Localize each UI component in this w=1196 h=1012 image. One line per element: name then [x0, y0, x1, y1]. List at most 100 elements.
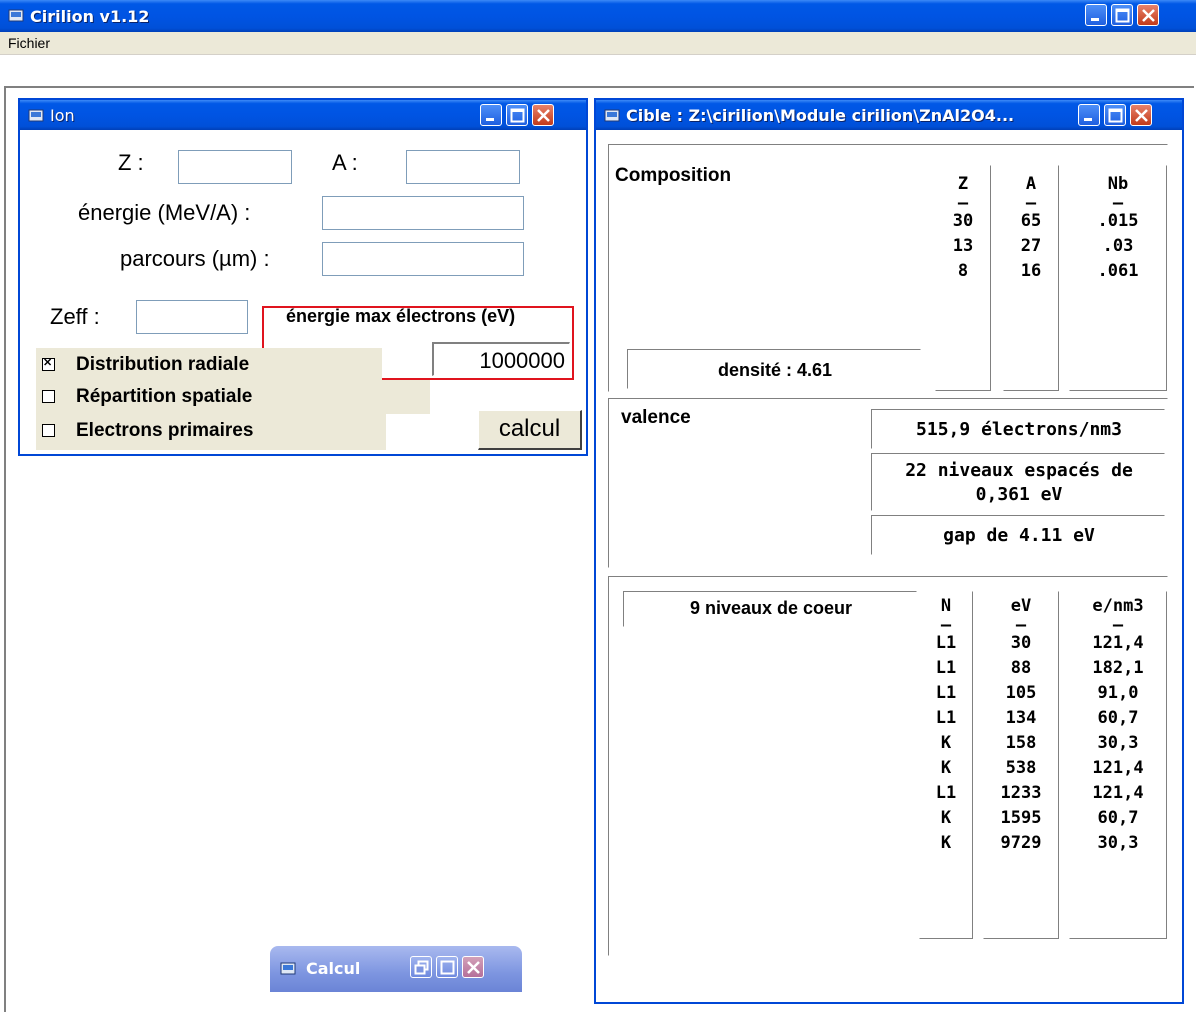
- cell: .061: [1097, 261, 1139, 281]
- cell: 30,3: [1097, 833, 1139, 853]
- valence-levels-box: 22 niveaux espacés de 0,361 eV: [871, 453, 1165, 511]
- cible-window: Cible : Z:\cirilion\Module cirilion\ZnAl…: [594, 98, 1184, 1004]
- close-icon: [467, 961, 480, 974]
- ion-close-button[interactable]: [532, 104, 554, 126]
- cible-title: Cible : Z:\cirilion\Module cirilion\ZnAl…: [626, 106, 1015, 125]
- maximize-icon: [510, 108, 525, 123]
- ion-minimize-button[interactable]: [480, 104, 502, 126]
- cell: 27: [1020, 236, 1042, 256]
- col-dash: —: [957, 193, 969, 213]
- cell: L1: [935, 783, 957, 803]
- cell: 16: [1020, 261, 1042, 281]
- maximize-icon: [440, 960, 455, 975]
- z-label: Z :: [118, 150, 144, 175]
- valence-levels-line2: 0,361 eV: [975, 484, 1063, 505]
- col-dash: —: [1112, 193, 1124, 213]
- cell: 8: [957, 261, 969, 281]
- window-icon: [280, 960, 296, 976]
- composition-col-a: A — 65 27 16: [1003, 165, 1059, 391]
- cell: 13: [952, 236, 974, 256]
- maximize-button[interactable]: [1111, 4, 1133, 26]
- col-dash: —: [1025, 193, 1037, 213]
- zeff-input[interactable]: [136, 300, 248, 334]
- ion-window: Ion Z : A : énergie (MeV/A) : parcours (…: [18, 98, 588, 456]
- main-titlebar[interactable]: Cirilion v1.12: [0, 0, 1196, 32]
- close-icon: [1135, 109, 1148, 122]
- minimize-icon: [1091, 18, 1099, 21]
- core-count: 9 niveaux de coeur: [689, 598, 853, 618]
- cell: 30,3: [1097, 733, 1139, 753]
- minimize-icon: [486, 118, 494, 121]
- menu-fichier[interactable]: Fichier: [8, 35, 50, 51]
- cell: 91,0: [1097, 683, 1139, 703]
- checkbox-distribution-radiale[interactable]: ✕: [42, 357, 55, 371]
- cell: K: [940, 733, 952, 753]
- energy-label: énergie (MeV/A) :: [78, 200, 251, 225]
- cell: 1233: [1000, 783, 1042, 803]
- calcul-restore-button[interactable]: [410, 956, 432, 978]
- cell: 1595: [1000, 808, 1042, 828]
- col-dash: —: [1112, 615, 1124, 635]
- cell: .03: [1102, 236, 1134, 256]
- cell: K: [940, 833, 952, 853]
- energy-input[interactable]: [322, 196, 524, 230]
- cell: L1: [935, 658, 957, 678]
- maximize-icon: [1115, 8, 1130, 23]
- composition-col-z: Z — 30 13 8: [935, 165, 991, 391]
- calcul-close-button[interactable]: [462, 956, 484, 978]
- cell: 538: [1005, 758, 1037, 778]
- core-count-box: 9 niveaux de coeur: [623, 591, 917, 627]
- window-icon: [604, 107, 620, 123]
- z-input[interactable]: [178, 150, 292, 184]
- valence-electrons-box: 515,9 électrons/nm3: [871, 409, 1165, 449]
- valence-gap-box: gap de 4.11 eV: [871, 515, 1165, 555]
- cell: 88: [1010, 658, 1032, 678]
- cell: K: [940, 758, 952, 778]
- ion-maximize-button[interactable]: [506, 104, 528, 126]
- checkbox-check-icon: ✕: [43, 357, 53, 369]
- cell: 182,1: [1092, 658, 1144, 678]
- col-dash: —: [940, 615, 952, 635]
- density-box: densité : 4.61: [627, 349, 921, 389]
- ion-body: Z : A : énergie (MeV/A) : parcours (µm) …: [22, 130, 584, 452]
- checkbox-electrons-primaires[interactable]: [42, 424, 55, 437]
- checkbox-label[interactable]: Electrons primaires: [76, 420, 253, 442]
- cell: .015: [1097, 211, 1139, 231]
- minimize-button[interactable]: [1085, 4, 1107, 26]
- valence-levels-line1: 22 niveaux espacés de: [905, 460, 1133, 481]
- composition-label: Composition: [615, 165, 732, 186]
- restore-icon: [414, 960, 429, 975]
- ion-title: Ion: [50, 106, 75, 125]
- close-button[interactable]: [1137, 4, 1159, 26]
- cell: 30: [1010, 633, 1032, 653]
- cell: 121,4: [1092, 783, 1144, 803]
- cell: 134: [1005, 708, 1037, 728]
- density-value: densité : 4.61: [717, 360, 833, 380]
- menubar: Fichier: [0, 32, 1196, 55]
- calcul-window-minimized[interactable]: Calcul: [270, 946, 522, 992]
- close-icon: [1142, 9, 1155, 22]
- cible-minimize-button[interactable]: [1078, 104, 1100, 126]
- cell: 121,4: [1092, 758, 1144, 778]
- calcul-button[interactable]: calcul: [478, 410, 582, 450]
- cell: 65: [1020, 211, 1042, 231]
- cible-close-button[interactable]: [1130, 104, 1152, 126]
- checkbox-label[interactable]: Répartition spatiale: [76, 386, 252, 408]
- cell: 105: [1005, 683, 1037, 703]
- checkbox-label[interactable]: Distribution radiale: [76, 354, 249, 376]
- ion-titlebar[interactable]: Ion: [20, 100, 586, 130]
- checkbox-repartition-spatiale[interactable]: [42, 390, 55, 403]
- cell: K: [940, 808, 952, 828]
- cible-titlebar[interactable]: Cible : Z:\cirilion\Module cirilion\ZnAl…: [596, 100, 1182, 130]
- range-label: parcours (µm) :: [120, 246, 270, 271]
- app-icon: [8, 7, 24, 23]
- maximize-icon: [1108, 108, 1123, 123]
- range-input[interactable]: [322, 242, 524, 276]
- cell: 60,7: [1097, 708, 1139, 728]
- composition-panel: Composition Z — 30 13 8 A — 65 27 16 Nb …: [608, 144, 1168, 392]
- cible-maximize-button[interactable]: [1104, 104, 1126, 126]
- calcul-maximize-button[interactable]: [436, 956, 458, 978]
- valence-label: valence: [621, 407, 691, 428]
- valence-electrons: 515,9 électrons/nm3: [916, 419, 1122, 440]
- a-input[interactable]: [406, 150, 520, 184]
